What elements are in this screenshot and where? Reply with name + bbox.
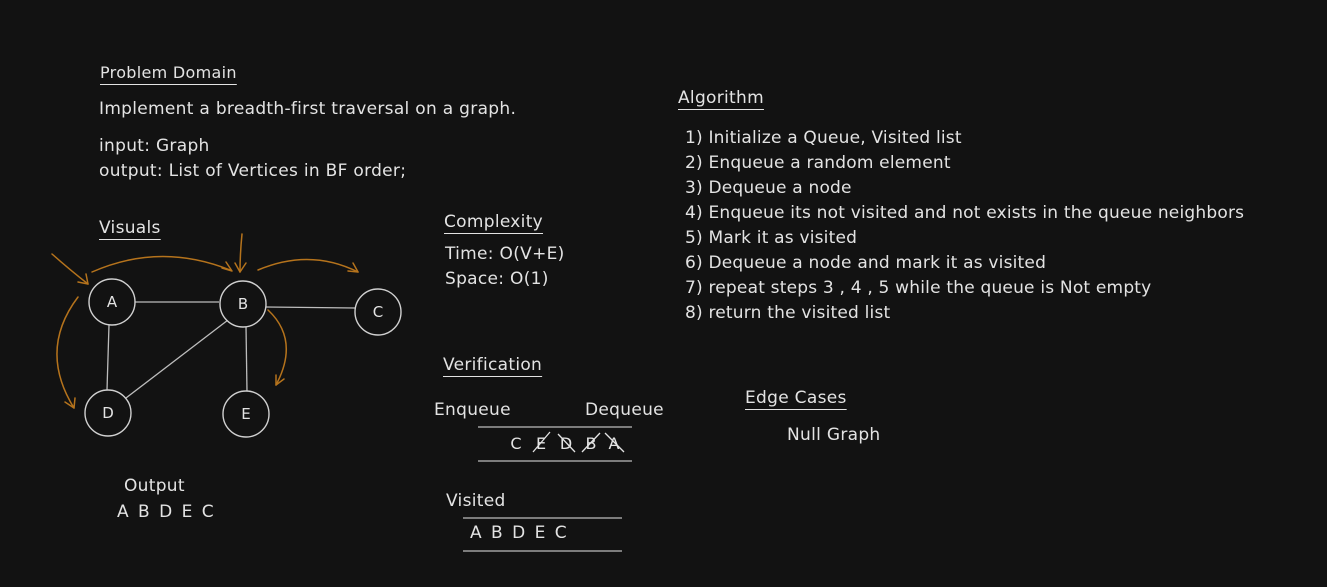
visited-value: A B D E C (470, 523, 569, 543)
visited-label: Visited (446, 491, 506, 511)
algorithm-step: 3) Dequeue a node (685, 178, 852, 198)
algorithm-steps: 1) Initialize a Queue, Visited list 2) E… (685, 126, 1244, 326)
algorithm-step: 6) Dequeue a node and mark it as visited (685, 253, 1047, 273)
algorithm-step: 2) Enqueue a random element (685, 153, 951, 173)
queue-item-c: C (510, 434, 521, 453)
edge-case-item: Null Graph (787, 425, 881, 445)
queue-item-a: A (609, 434, 620, 453)
algorithm-step: 7) repeat steps 3 , 4 , 5 while the queu… (685, 278, 1152, 298)
edge-cases-heading: Edge Cases (745, 388, 847, 408)
algorithm-step: 8) return the visited list (685, 303, 891, 323)
algorithm-step: 5) Mark it as visited (685, 228, 858, 248)
queue-item-d: D (560, 434, 572, 453)
algorithm-step: 1) Initialize a Queue, Visited list (685, 128, 962, 148)
queue-item-b: B (586, 434, 597, 453)
algorithm-heading: Algorithm (678, 88, 764, 108)
algorithm-step: 4) Enqueue its not visited and not exist… (685, 203, 1245, 223)
